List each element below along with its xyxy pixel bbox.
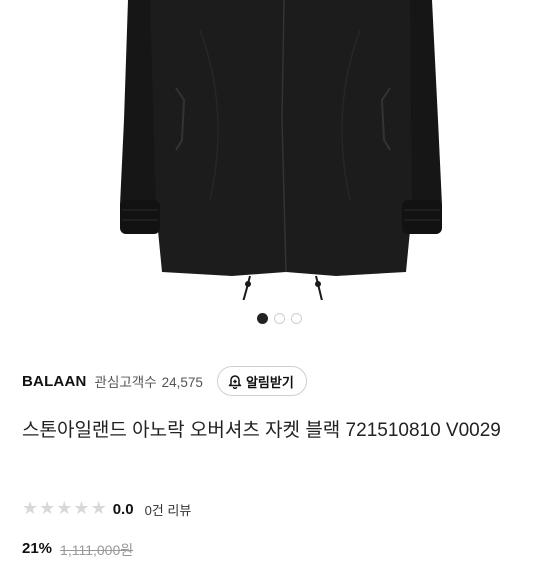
product-image[interactable] — [0, 0, 559, 343]
carousel-indicator — [0, 313, 559, 329]
jacket-photo — [120, 0, 442, 343]
carousel-dot-1[interactable] — [257, 313, 268, 324]
rating-row[interactable]: ★ ★ ★ ★ ★ 0.0 0건 리뷰 — [22, 496, 191, 522]
followers-info: 관심고객수 24,575 — [95, 371, 203, 391]
notify-button[interactable]: 알림받기 — [216, 366, 307, 396]
followers-count: 24,575 — [161, 375, 203, 390]
star-icon: ★ — [56, 498, 73, 519]
star-icon: ★ — [73, 498, 90, 519]
carousel-dot-2[interactable] — [274, 313, 285, 324]
rating-stars: ★ ★ ★ ★ ★ — [22, 500, 107, 518]
rating-score: 0.0 — [112, 500, 134, 518]
star-icon: ★ — [22, 498, 39, 519]
brand-name[interactable]: BALAAN — [22, 373, 87, 390]
review-count[interactable]: 0건 리뷰 — [145, 500, 192, 519]
original-price: 1,111,000원 — [60, 542, 134, 558]
star-icon: ★ — [39, 498, 56, 519]
notify-button-label: 알림받기 — [245, 374, 294, 390]
discount-rate: 21% — [22, 540, 53, 557]
followers-label: 관심고객수 — [94, 375, 157, 390]
bell-plus-icon — [227, 373, 243, 389]
carousel-dot-3[interactable] — [291, 313, 302, 324]
star-icon: ★ — [90, 498, 107, 519]
product-title: 스톤아일랜드 아노락 오버셔츠 자켓 블랙 721510810 V0029 — [22, 420, 501, 441]
seller-row: BALAAN 관심고객수 24,575 알림받기 — [22, 365, 537, 397]
